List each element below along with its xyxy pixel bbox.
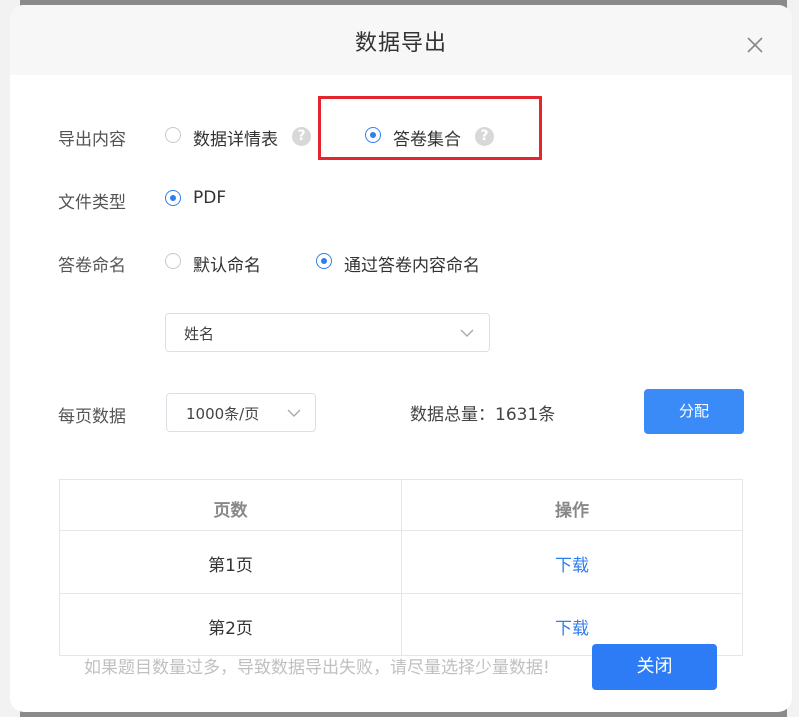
radio-data-detail[interactable] <box>165 127 181 143</box>
radio-pdf[interactable] <box>165 190 181 206</box>
download-link[interactable]: 下载 <box>402 614 742 639</box>
option-default-naming-label: 默认命名 <box>193 256 261 276</box>
name-field-select-value: 姓名 <box>184 325 215 343</box>
radio-content-naming[interactable] <box>316 253 332 269</box>
export-content-label: 导出内容 <box>58 130 126 150</box>
close-icon[interactable] <box>745 35 765 55</box>
pages-table: 页数 操作 第1页 下载 第2页 下载 <box>59 479 743 656</box>
question-icon[interactable]: ? <box>475 127 494 146</box>
per-page-label: 每页数据 <box>58 407 126 427</box>
option-content-naming-label: 通过答卷内容命名 <box>344 256 480 276</box>
chevron-down-icon <box>287 409 301 417</box>
per-page-select-value: 1000条/页 <box>186 405 260 423</box>
option-pdf-label: PDF <box>193 188 227 208</box>
name-field-select[interactable]: 姓名 <box>165 313 490 352</box>
table-header-pages: 页数 <box>213 501 248 521</box>
naming-label: 答卷命名 <box>58 256 126 276</box>
chevron-down-icon <box>460 329 474 337</box>
table-row: 第1页 下载 <box>60 530 742 594</box>
option-answer-collection-label: 答卷集合 <box>393 130 461 150</box>
distribute-button[interactable]: 分配 <box>644 389 744 434</box>
dialog-header: 数据导出 <box>10 5 792 75</box>
option-data-detail-label: 数据详情表 <box>193 130 278 150</box>
radio-answer-collection[interactable] <box>365 127 381 143</box>
dialog-title: 数据导出 <box>354 31 447 56</box>
data-total-label: 数据总量：1631条 <box>410 405 556 425</box>
table-cell-page: 第2页 <box>208 619 253 639</box>
table-header-action: 操作 <box>555 501 589 521</box>
radio-default-naming[interactable] <box>165 253 181 269</box>
export-dialog: 数据导出 导出内容 数据详情表 ? 答卷集合 ? 文件类型 PDF 答卷命名 默… <box>10 5 792 712</box>
download-link[interactable]: 下载 <box>402 551 742 576</box>
close-button[interactable]: 关闭 <box>592 644 717 690</box>
per-page-select[interactable]: 1000条/页 <box>166 393 316 432</box>
footer-note: 如果题目数量过多，导致数据导出失败，请尽量选择少量数据! <box>84 658 550 678</box>
file-type-label: 文件类型 <box>58 193 126 213</box>
table-cell-page: 第1页 <box>208 556 253 576</box>
question-icon[interactable]: ? <box>292 127 311 146</box>
